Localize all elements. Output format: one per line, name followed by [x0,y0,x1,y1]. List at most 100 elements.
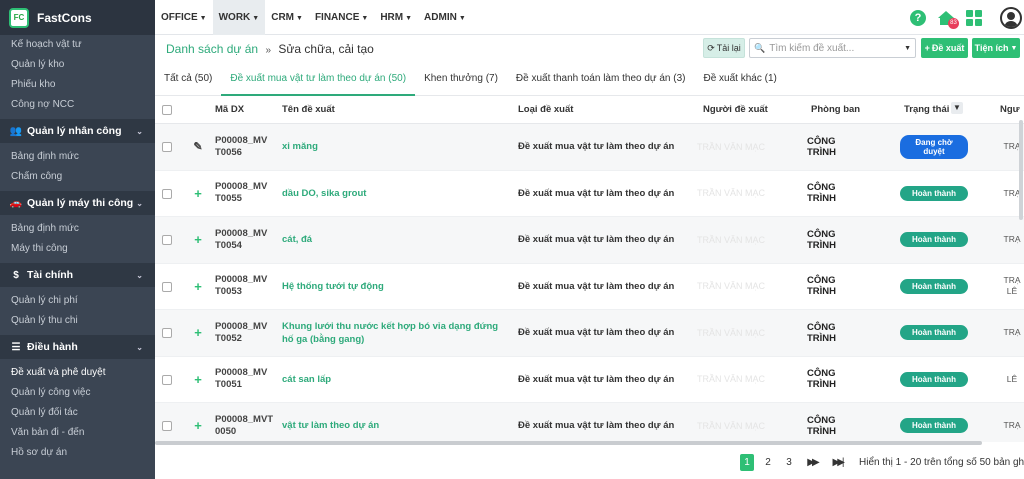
sidebar-link[interactable]: Bảng định mức [0,219,155,239]
top-menu-finance[interactable]: FINANCE ▼ [309,0,374,35]
sidebar-section-header[interactable]: ☰ Điều hành ⌄ [0,335,155,359]
sidebar-link[interactable]: Máy thi công [0,239,155,259]
add-proposal-button[interactable]: + Đề xuất [921,38,968,58]
plus-icon[interactable]: + [192,264,204,310]
col-header-department[interactable]: Phòng ban [811,104,860,115]
row-checkbox[interactable] [162,281,172,292]
sidebar-link[interactable]: Kế hoạch vật tư [0,35,155,55]
plus-icon[interactable]: + [192,357,204,403]
breadcrumb: Danh sách dự án » Sửa chữa, cải tạo [166,42,374,56]
page-button-2[interactable]: 2 [761,454,775,471]
row-checkbox[interactable] [162,142,172,152]
row-checkbox[interactable] [162,374,172,385]
proposal-name-link[interactable]: dầu DO, sika grout [282,171,512,217]
apps-grid-icon[interactable] [966,9,982,26]
vertical-scrollbar[interactable] [1019,120,1023,220]
table-row[interactable]: + P00008_MV T0051 cát san lấp Đề xuất mua v… [155,357,1024,403]
sidebar-section-title: Quản lý máy thi công [27,197,134,209]
table-row[interactable]: + P00008_MV T0054 cát, đá Đề xuất mua vật t… [155,217,1024,264]
tab-3[interactable]: Đề xuất thanh toán làm theo dự án (3) [507,63,695,96]
sidebar-link[interactable]: Bảng định mức [0,147,155,167]
tab-2[interactable]: Khen thưởng (7) [415,63,507,96]
page-button-1[interactable]: 1 [740,454,754,471]
row-checkbox[interactable] [162,328,172,338]
sidebar-link[interactable]: Quản lý công việc [0,383,155,403]
proposal-name-link[interactable]: cát, đá [282,217,512,263]
sidebar-link[interactable]: Chấm công [0,167,155,187]
app-logo: FC [9,7,29,28]
sidebar-link[interactable]: Công nợ NCC [0,95,155,115]
home-notification-icon[interactable]: 83 [937,10,959,29]
plus-icon[interactable]: + [192,171,204,217]
row-checkbox[interactable] [162,188,172,199]
sidebar-link[interactable]: Văn bản đi - đến [0,423,155,443]
col-header-code[interactable]: Mã DX [215,104,244,115]
top-menu-admin[interactable]: ADMIN ▼ [418,0,472,35]
proposal-name-link[interactable]: vật tư làm theo dự án [282,403,512,442]
status-cell: Hoàn thành [900,310,970,356]
filter-icon[interactable]: ▼ [951,102,963,114]
tab-1[interactable]: Đề xuất mua vật tư làm theo dự án (50) [221,63,416,96]
sidebar-link[interactable]: Phiếu kho [0,75,155,95]
col-header-name[interactable]: Tên đề xuất [282,104,335,115]
top-menu-office[interactable]: OFFICE ▼ [155,0,213,35]
col-header-type[interactable]: Loại đề xuất [518,104,573,115]
user-avatar[interactable] [1000,6,1022,29]
sidebar-link[interactable]: Đề xuất và phê duyệt [0,363,155,383]
chevron-down-icon: ⌄ [136,198,143,208]
table-row[interactable]: + P00008_MV T0052 Khung lưới thu nước kết … [155,310,1024,357]
chevron-down-icon: ⌄ [136,126,143,136]
utility-menu-button[interactable]: Tiện ích ▼ [972,38,1020,58]
approver-avatar: TRẠ [1003,327,1021,338]
proposal-name-link[interactable]: cát san lấp [282,357,512,403]
proposal-name-link[interactable]: xi măng [282,124,512,170]
table-row[interactable]: + P00008_MVT 0050 vật tư làm theo dự án Đề … [155,403,1024,442]
sidebar-link[interactable]: Quản lý chi phí [0,291,155,311]
search-input[interactable] [769,42,910,54]
proposal-code: P00008_MV T0056 [215,134,268,158]
col-header-status[interactable]: Trạng thái [904,104,949,115]
table-row[interactable]: + P00008_MV T0055 dầu DO, sika grout Đề xuấ… [155,171,1024,217]
col-header-proposer[interactable]: Người đề xuất [703,104,768,115]
plus-icon[interactable]: + [192,310,204,356]
search-dropdown-icon[interactable]: ▼ [904,45,911,52]
approver-avatar: TRẠ [1003,234,1021,245]
brand[interactable]: FC FastCons [0,0,155,35]
row-checkbox[interactable] [162,235,172,245]
page-button-3[interactable]: 3 [782,454,796,471]
tab-4[interactable]: Đề xuất khác (1) [695,63,786,96]
top-menu-hrm[interactable]: HRM ▼ [374,0,418,35]
tab-0[interactable]: Tất cả (50) [155,63,221,96]
top-menu-work[interactable]: WORK ▼ [212,0,266,35]
help-icon[interactable]: ? [910,9,926,26]
proposal-name-link[interactable]: Hệ thống tưới tự động [282,264,512,310]
table-row[interactable]: ✎ P00008_MV T0056 xi măng Đề xuất mua vật t… [155,124,1024,171]
last-page-icon[interactable]: ▶▶| [828,454,846,471]
proposal-tabs: Tất cả (50) Đề xuất mua vật tư làm theo d… [155,63,1024,96]
sidebar-link[interactable]: Quản lý kho [0,55,155,75]
sidebar-link[interactable]: Hồ sơ dự án [0,443,155,463]
sidebar-link[interactable]: Quản lý thu chi [0,311,155,331]
sidebar-section-header[interactable]: 👥 Quản lý nhân công ⌄ [0,119,155,143]
horizontal-scrollbar[interactable] [155,441,982,445]
search-icon: 🔍 [754,42,766,53]
plus-icon[interactable]: + [192,403,204,442]
table-header: Mã DX Tên đề xuất Loại đề xuất Người đề … [155,96,1024,124]
next-page-icon[interactable]: ▶▶ [803,454,821,471]
approver-cell: TRẠ LÊ [992,264,1024,310]
plus-icon[interactable]: + [192,217,204,263]
select-all-checkbox[interactable] [162,105,172,115]
top-menu-crm[interactable]: CRM ▼ [265,0,309,35]
pencil-icon[interactable]: ✎ [192,124,204,170]
sidebar-section-header[interactable]: 🚗 Quản lý máy thi công ⌄ [0,191,155,215]
search-box[interactable]: 🔍 ▼ [749,38,916,58]
proposal-code: P00008_MV T0053 [215,274,268,298]
sidebar-link[interactable]: Quản lý đối tác [0,403,155,423]
proposal-name-link[interactable]: Khung lưới thu nước kết hợp bó vỉa dạng … [282,310,512,356]
top-menu-label: ADMIN [424,11,457,23]
breadcrumb-parent-link[interactable]: Danh sách dự án [166,42,258,56]
row-checkbox[interactable] [162,421,172,431]
reload-button[interactable]: ⟳ Tải lại [703,38,745,58]
sidebar-section-header[interactable]: $ Tài chính ⌄ [0,263,155,287]
table-row[interactable]: + P00008_MV T0053 Hệ thống tưới tự động Đề … [155,264,1024,310]
